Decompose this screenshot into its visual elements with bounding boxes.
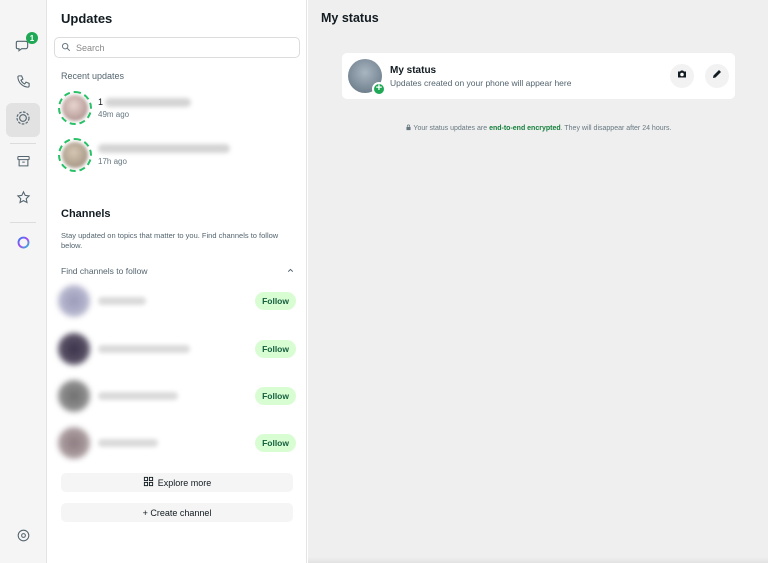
channel-name-blurred (98, 297, 146, 305)
status-item[interactable]: 1 49m ago (58, 89, 298, 127)
unread-badge: 1 (26, 32, 38, 44)
calls-icon (16, 74, 31, 94)
camera-button[interactable] (670, 64, 694, 88)
meta-ai-nav-button[interactable] (6, 228, 40, 262)
channel-suggestion[interactable]: Follow (58, 379, 296, 413)
updates-panel: Updates Recent updates 1 49m ago 17h ago… (48, 0, 307, 563)
grid-icon (143, 476, 154, 489)
archive-nav-button[interactable] (6, 147, 40, 181)
follow-button[interactable]: Follow (255, 434, 296, 452)
explore-more-label: Explore more (157, 477, 212, 488)
my-status-subtitle: Updates created on your phone will appea… (390, 77, 572, 88)
meta-ai-icon (16, 235, 31, 255)
starred-nav-button[interactable] (6, 183, 40, 217)
rail-divider (10, 143, 36, 144)
channel-suggestion[interactable]: Follow (58, 284, 296, 318)
status-time: 17h ago (98, 157, 127, 166)
add-status-icon[interactable]: + (372, 82, 386, 96)
pencil-button[interactable] (705, 64, 729, 88)
my-status-card[interactable]: + My status Updates created on your phon… (342, 53, 735, 99)
channel-name-blurred (98, 345, 190, 353)
note-text-after: . They will disappear after 24 hours. (560, 125, 672, 132)
explore-more-button[interactable]: Explore more (61, 473, 293, 492)
nav-rail: 1 (0, 0, 47, 563)
my-status-title: My status (390, 64, 437, 76)
channel-name-blurred (98, 439, 158, 447)
follow-button[interactable]: Follow (255, 340, 296, 358)
channel-name-blurred (98, 392, 178, 400)
note-text-before: Your status updates are (413, 125, 490, 132)
starred-icon (16, 190, 31, 210)
bottom-edge (308, 557, 768, 563)
settings-nav-button[interactable] (6, 521, 40, 555)
status-icon (15, 110, 31, 131)
create-channel-button[interactable]: + Create channel (61, 503, 293, 522)
main-title: My status (321, 11, 379, 25)
settings-icon (16, 528, 31, 548)
contact-avatar (62, 142, 88, 168)
contact-avatar (62, 95, 88, 121)
encryption-note: Your status updates are end-to-end encry… (308, 124, 768, 132)
search-icon (61, 39, 71, 57)
channel-avatar (58, 380, 90, 412)
status-time: 49m ago (98, 110, 130, 119)
pencil-icon (711, 67, 723, 85)
encryption-link[interactable]: end-to-end encrypted (489, 125, 561, 132)
follow-button[interactable]: Follow (255, 387, 296, 405)
find-channels-toggle[interactable]: Find channels to follow (61, 262, 295, 280)
channel-avatar (58, 427, 90, 459)
contact-name-blurred (105, 97, 192, 107)
search-input[interactable] (76, 42, 286, 53)
rail-divider (10, 222, 36, 223)
archive-icon (16, 154, 31, 174)
channel-suggestion[interactable]: Follow (58, 332, 296, 366)
recent-updates-label: Recent updates (61, 71, 125, 81)
find-channels-label: Find channels to follow (61, 266, 148, 276)
status-ring (58, 91, 92, 125)
contact-name-initial: 1 (98, 97, 104, 107)
chevron-up-icon (286, 262, 295, 280)
camera-icon (676, 67, 688, 85)
status-item[interactable]: 17h ago (58, 136, 298, 174)
contact-name-blurred (98, 144, 230, 153)
channel-suggestion[interactable]: Follow (58, 426, 296, 460)
channel-avatar (58, 333, 90, 365)
search-box[interactable] (54, 37, 300, 58)
channel-avatar (58, 285, 90, 317)
panel-title: Updates (61, 11, 113, 26)
follow-button[interactable]: Follow (255, 292, 296, 310)
my-avatar: + (348, 59, 386, 96)
channels-description: Stay updated on topics that matter to yo… (61, 231, 279, 250)
calls-nav-button[interactable] (6, 67, 40, 101)
status-main: My status + My status Updates created on… (308, 0, 768, 563)
create-channel-label: + Create channel (142, 507, 212, 518)
status-nav-button[interactable] (6, 103, 40, 137)
status-ring (58, 138, 92, 172)
channels-heading: Channels (61, 208, 111, 220)
chats-nav-button[interactable]: 1 (6, 31, 40, 65)
